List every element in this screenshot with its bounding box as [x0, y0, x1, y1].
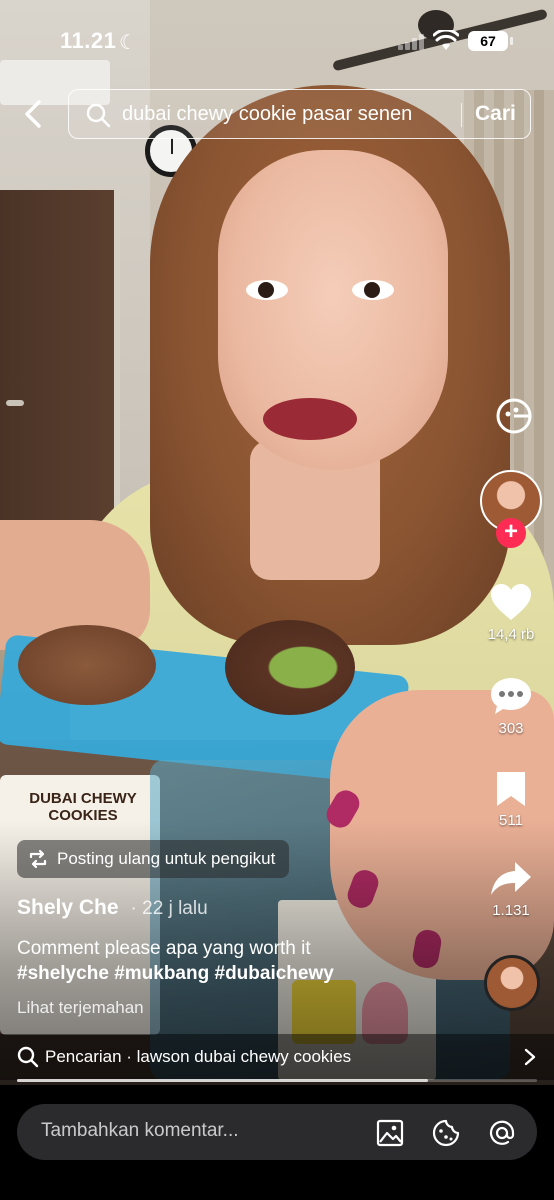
repost-tag[interactable]: Posting ulang untuk pengikut: [17, 840, 290, 878]
back-button[interactable]: [18, 96, 48, 132]
hashtag[interactable]: #shelyche: [17, 963, 109, 984]
hashtag[interactable]: #dubaichewy: [215, 963, 334, 984]
playback-progress-fill: [17, 1079, 428, 1082]
translate-link[interactable]: Lihat terjemahan: [17, 998, 144, 1018]
playback-progress[interactable]: [17, 1079, 537, 1082]
at-icon[interactable]: [487, 1118, 517, 1148]
author-name[interactable]: Shely Che: [17, 896, 119, 920]
repost-icon: [29, 849, 47, 869]
share-count: 1.131: [492, 902, 530, 919]
search-submit-button[interactable]: Cari: [475, 102, 516, 126]
save-count: 511: [499, 812, 523, 829]
comment-button[interactable]: 303: [478, 676, 544, 737]
caption: Comment please apa yang worth it #shelyc…: [17, 936, 457, 986]
save-button[interactable]: 511: [478, 770, 544, 829]
chevron-right-icon: [524, 1048, 536, 1066]
cookie-box-label: DUBAI CHEWY COOKIES: [29, 790, 137, 824]
background-door: [0, 190, 120, 550]
repost-label: Posting ulang untuk pengikut: [57, 849, 276, 868]
caption-text: Comment please apa yang worth it: [17, 938, 311, 959]
related-search-label: Pencarian · lawson dubai chewy cookies: [45, 1047, 352, 1066]
effect-icon[interactable]: [494, 396, 534, 436]
share-icon: [491, 862, 531, 895]
cookie: [18, 625, 156, 705]
status-time: 11.21: [60, 28, 117, 53]
comment-input[interactable]: Tambahkan komentar...: [41, 1120, 239, 1142]
comment-count: 303: [498, 720, 524, 737]
moon-icon: ☾: [119, 32, 137, 54]
bookmark-icon: [497, 772, 525, 806]
wifi-icon: [433, 30, 459, 50]
search-icon: [17, 1046, 39, 1068]
battery-icon: 67: [468, 31, 513, 51]
comment-icon: [491, 678, 531, 714]
share-button[interactable]: 1.131: [478, 860, 544, 919]
post-time: · 22 j lalu: [130, 898, 208, 919]
related-search-bar[interactable]: Pencarian · lawson dubai chewy cookies: [0, 1034, 554, 1080]
search-box[interactable]: dubai chewy cookie pasar senen Cari: [68, 89, 531, 139]
like-button[interactable]: 14,4 rb: [478, 582, 544, 643]
heart-icon: [491, 584, 531, 620]
search-input[interactable]: dubai chewy cookie pasar senen: [122, 103, 412, 126]
person-lips: [263, 398, 357, 440]
hashtag[interactable]: #mukbang: [114, 963, 209, 984]
music-disc[interactable]: [484, 955, 540, 1011]
caption-hashtags: #shelyche #mukbang #dubaichewy: [17, 961, 457, 986]
emoji-icon[interactable]: [431, 1118, 461, 1148]
author-row: Shely Che · 22 j lalu: [17, 896, 208, 920]
image-icon[interactable]: [375, 1118, 405, 1148]
video-player[interactable]: DUBAI CHEWY COOKIES: [0, 0, 554, 1085]
like-count: 14,4 rb: [487, 626, 535, 643]
search-icon: [86, 103, 111, 128]
signal-icon: [398, 34, 428, 50]
status-bar: 11.21 ☾ 67: [0, 0, 554, 80]
follow-button[interactable]: +: [496, 518, 526, 548]
person-eye-left: [246, 280, 288, 300]
cookie-cut: [225, 620, 355, 715]
search-divider: [461, 103, 462, 127]
door-handle: [6, 400, 24, 406]
person-eye-right: [352, 280, 394, 300]
comment-bar[interactable]: Tambahkan komentar...: [17, 1104, 537, 1160]
